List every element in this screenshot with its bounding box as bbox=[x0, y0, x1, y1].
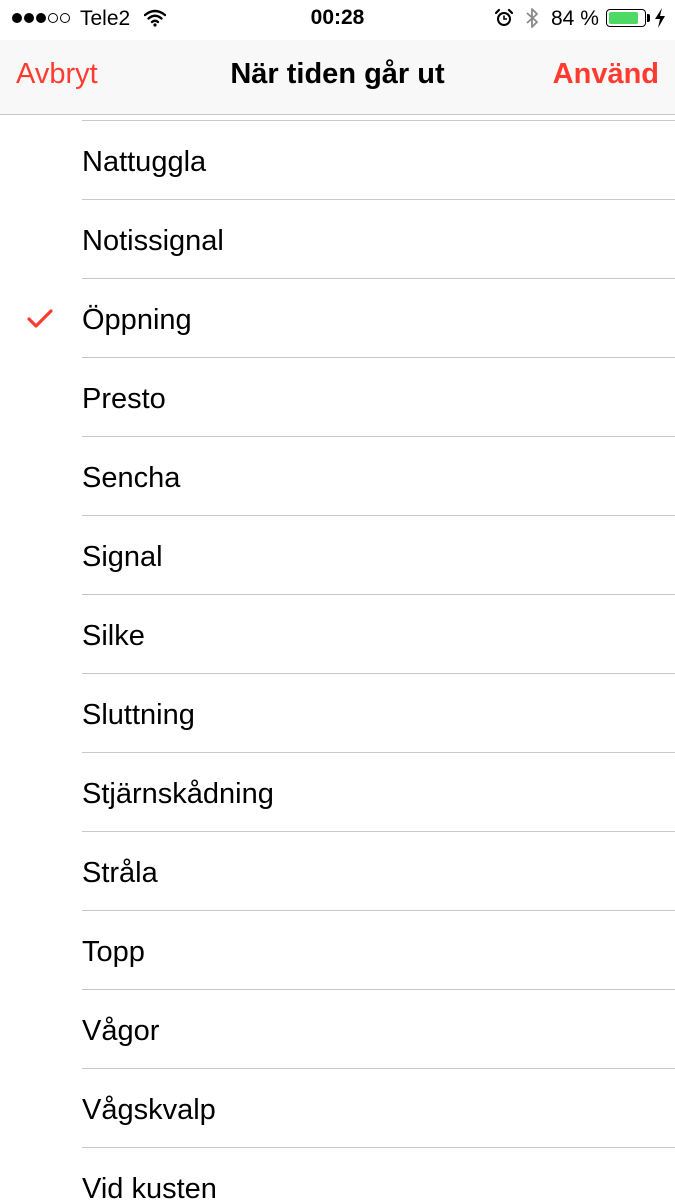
navigation-bar: Avbryt När tiden går ut Använd bbox=[0, 40, 675, 115]
sound-option[interactable]: Signal bbox=[0, 516, 675, 595]
sound-option[interactable]: Vågskvalp bbox=[0, 1069, 675, 1148]
use-button[interactable]: Använd bbox=[553, 58, 659, 91]
sound-option-label: Vid kusten bbox=[82, 1173, 217, 1200]
screen: Tele2 00:28 84 % Avbryt När tiden går ut… bbox=[0, 0, 675, 1200]
cancel-button[interactable]: Avbryt bbox=[16, 58, 98, 91]
sound-option[interactable]: Vågor bbox=[0, 990, 675, 1069]
checkmark-icon bbox=[27, 309, 53, 334]
sound-option[interactable]: Stråla bbox=[0, 832, 675, 911]
sound-option[interactable]: Silke bbox=[0, 595, 675, 674]
sound-option[interactable]: Presto bbox=[0, 358, 675, 437]
bluetooth-icon bbox=[525, 7, 539, 35]
sound-option[interactable]: Öppning bbox=[0, 279, 675, 358]
sound-option[interactable]: Vid kusten bbox=[0, 1148, 675, 1200]
sound-option-label: Stråla bbox=[82, 857, 158, 889]
sound-option[interactable]: Sencha bbox=[0, 437, 675, 516]
sound-option-label: Notissignal bbox=[82, 225, 224, 257]
sound-option-label: Presto bbox=[82, 383, 166, 415]
sound-option-label: Stjärnskådning bbox=[82, 778, 274, 810]
sound-rows: Nattuggla Notissignal Öppning Presto Sencha S… bbox=[0, 121, 675, 1200]
sound-option-label: Nattuggla bbox=[82, 146, 207, 178]
sound-option[interactable]: Notissignal bbox=[0, 200, 675, 279]
battery-percent: 84 % bbox=[551, 7, 599, 30]
sound-option-label: Silke bbox=[82, 620, 145, 652]
sound-option[interactable]: Nattuggla bbox=[0, 121, 675, 200]
sound-option-label: Vågskvalp bbox=[82, 1094, 216, 1126]
sound-option-label: Topp bbox=[82, 936, 145, 968]
sound-option[interactable]: Topp bbox=[0, 911, 675, 990]
sound-option-label: Vågor bbox=[82, 1015, 160, 1047]
sound-option[interactable]: Sluttning bbox=[0, 674, 675, 753]
sound-option-label: Sluttning bbox=[82, 699, 195, 731]
sound-option[interactable]: Stjärnskådning bbox=[0, 753, 675, 832]
sound-option-label: Öppning bbox=[82, 304, 192, 336]
battery-icon bbox=[606, 9, 646, 27]
sound-option-label: Sencha bbox=[82, 462, 181, 494]
sound-option-label: Signal bbox=[82, 541, 163, 573]
alarm-icon bbox=[494, 8, 514, 34]
battery-level bbox=[609, 12, 638, 24]
battery-tip bbox=[647, 14, 650, 22]
status-bar: Tele2 00:28 84 % bbox=[0, 0, 675, 40]
charging-bolt-icon bbox=[654, 8, 666, 34]
